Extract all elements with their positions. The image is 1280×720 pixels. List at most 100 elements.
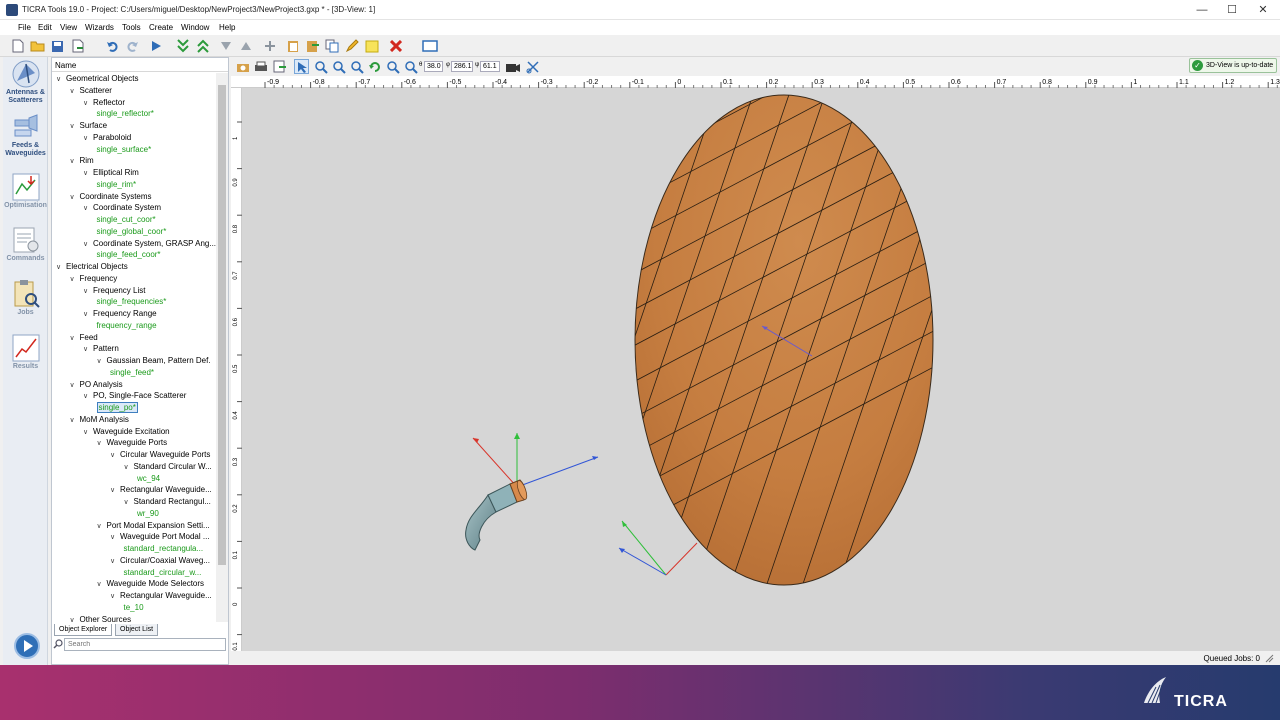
chevron-down-icon[interactable]: ∨: [83, 98, 93, 109]
chevron-down-icon[interactable]: ∨: [110, 450, 120, 461]
chevron-down-icon[interactable]: ∨: [110, 556, 120, 567]
tree-group-item[interactable]: ∨ Reflector: [83, 97, 125, 108]
tree-group-item[interactable]: ∨ Geometrical Objects: [56, 73, 138, 84]
tree-group-item[interactable]: ∨ Pattern: [83, 343, 119, 354]
run-icon[interactable]: [148, 38, 164, 54]
tree-group-item[interactable]: ∨ Other Sources: [70, 614, 132, 623]
export-icon[interactable]: [70, 38, 86, 54]
rotate-icon[interactable]: [367, 59, 382, 74]
chevron-down-icon[interactable]: ∨: [83, 286, 93, 297]
chevron-down-icon[interactable]: ∨: [83, 239, 93, 250]
chevron-down-icon[interactable]: ∨: [124, 462, 134, 473]
chevron-down-icon[interactable]: ∨: [83, 203, 93, 214]
zoom-in-icon[interactable]: [331, 59, 346, 74]
copy-icon[interactable]: [324, 38, 340, 54]
chevron-down-icon[interactable]: ∨: [56, 74, 66, 85]
tree-group-item[interactable]: ∨ Port Modal Expansion Setti...: [97, 520, 210, 531]
chevron-down-icon[interactable]: ∨: [56, 262, 66, 273]
tree-leaf-item[interactable]: single_frequencies*: [97, 296, 167, 307]
menu-file[interactable]: File: [18, 23, 31, 32]
tree-group-item[interactable]: ∨ Frequency: [70, 273, 118, 284]
chevron-down-icon[interactable]: ∨: [70, 333, 80, 344]
chevron-down-icon[interactable]: ∨: [110, 532, 120, 543]
tree-leaf-item[interactable]: te_10: [124, 602, 144, 613]
tree-group-item[interactable]: ∨ Surface: [70, 120, 108, 131]
tree-group-item[interactable]: ∨ Rectangular Waveguide...: [110, 590, 212, 601]
close-button[interactable]: ✕: [1246, 0, 1280, 20]
tree-group-item[interactable]: ∨ Coordinate Systems: [70, 191, 152, 202]
chevron-down-icon[interactable]: ∨: [97, 521, 107, 532]
minimize-button[interactable]: —: [1185, 0, 1219, 20]
3d-viewport[interactable]: [242, 88, 1280, 651]
menu-view[interactable]: View: [60, 23, 77, 32]
tree-leaf-item[interactable]: wr_90: [137, 508, 159, 519]
tree-leaf-item[interactable]: single_cut_coor*: [97, 214, 156, 225]
tree-group-item[interactable]: ∨ Scatterer: [70, 85, 112, 96]
tree-group-item[interactable]: ∨ MoM Analysis: [70, 414, 129, 425]
chevron-down-icon[interactable]: ∨: [70, 86, 80, 97]
chevron-down-icon[interactable]: ∨: [83, 344, 93, 355]
tree-group-item[interactable]: ∨ Rectangular Waveguide...: [110, 484, 212, 495]
reflector-dish[interactable]: [242, 88, 1086, 628]
camera-icon[interactable]: [235, 59, 250, 74]
tree-group-item[interactable]: ∨ Frequency List: [83, 285, 145, 296]
tree-leaf-item[interactable]: single_po*: [96, 402, 138, 413]
tree-group-item[interactable]: ∨ Feed: [70, 332, 98, 343]
edit-icon[interactable]: [344, 38, 360, 54]
cut-plane-icon[interactable]: [525, 59, 540, 74]
window-icon[interactable]: [422, 38, 438, 54]
tree-leaf-item[interactable]: standard_rectangula...: [124, 543, 204, 554]
chevron-down-icon[interactable]: ∨: [83, 168, 93, 179]
chevron-down-icon[interactable]: ∨: [110, 591, 120, 602]
tree-leaf-item[interactable]: standard_circular_w...: [124, 567, 202, 578]
zoom-reset-icon[interactable]: [403, 59, 418, 74]
chevron-down-icon[interactable]: ∨: [83, 391, 93, 402]
add-icon[interactable]: [262, 38, 278, 54]
menu-help[interactable]: Help: [219, 23, 235, 32]
chevron-down-icon[interactable]: ∨: [70, 380, 80, 391]
menu-window[interactable]: Window: [181, 23, 209, 32]
tree-leaf-item[interactable]: single_surface*: [97, 144, 152, 155]
tree-leaf-item[interactable]: single_global_coor*: [97, 226, 167, 237]
tree-group-item[interactable]: ∨ Elliptical Rim: [83, 167, 139, 178]
tree-group-item[interactable]: ∨ PO Analysis: [70, 379, 123, 390]
chevron-down-icon[interactable]: ∨: [70, 415, 80, 426]
sidebar-item-antennas[interactable]: Antennas & Scatterers: [3, 59, 48, 105]
tree-group-item[interactable]: ∨ Gaussian Beam, Pattern Def.: [97, 355, 211, 366]
delete-icon[interactable]: [388, 38, 404, 54]
menu-wizards[interactable]: Wizards: [85, 23, 114, 32]
move-down-icon[interactable]: [175, 38, 191, 54]
chevron-down-icon[interactable]: ∨: [124, 497, 134, 508]
sidebar-item-jobs[interactable]: Jobs: [3, 279, 48, 317]
sidebar-item-feeds[interactable]: Feeds & Waveguides: [3, 112, 48, 158]
tree-group-item[interactable]: ∨ Frequency Range: [83, 308, 157, 319]
import-icon[interactable]: [305, 38, 321, 54]
menu-create[interactable]: Create: [149, 23, 173, 32]
tree-group-item[interactable]: ∨ Paraboloid: [83, 132, 131, 143]
tab-object-explorer[interactable]: Object Explorer: [54, 624, 113, 636]
chevron-down-icon[interactable]: ∨: [70, 615, 80, 623]
sidebar-item-results[interactable]: Results: [3, 333, 48, 371]
chevron-down-icon[interactable]: ∨: [70, 274, 80, 285]
chevron-down-icon[interactable]: ∨: [83, 133, 93, 144]
chevron-down-icon[interactable]: ∨: [97, 579, 107, 590]
tree-leaf-item[interactable]: single_reflector*: [97, 108, 154, 119]
theta-input[interactable]: 38.0: [424, 61, 443, 72]
tree-group-item[interactable]: ∨ Waveguide Excitation: [83, 426, 170, 437]
tree-leaf-item[interactable]: single_feed*: [110, 367, 154, 378]
down-arrow-icon[interactable]: [218, 38, 234, 54]
zoom-box-icon[interactable]: [385, 59, 400, 74]
tree-group-item[interactable]: ∨ Standard Rectangul...: [124, 496, 211, 507]
redo-icon[interactable]: [124, 38, 140, 54]
tree-group-item[interactable]: ∨ Waveguide Ports: [97, 437, 168, 448]
chevron-down-icon[interactable]: ∨: [97, 356, 107, 367]
chevron-down-icon[interactable]: ∨: [70, 192, 80, 203]
tree-leaf-item[interactable]: single_feed_coor*: [97, 249, 161, 260]
chevron-down-icon[interactable]: ∨: [83, 309, 93, 320]
open-folder-icon[interactable]: [29, 38, 45, 54]
paste-icon[interactable]: [285, 38, 301, 54]
up-arrow-icon[interactable]: [238, 38, 254, 54]
move-up-icon[interactable]: [195, 38, 211, 54]
tree-leaf-item[interactable]: wc_94: [137, 473, 160, 484]
tree-group-item[interactable]: ∨ Electrical Objects: [56, 261, 128, 272]
